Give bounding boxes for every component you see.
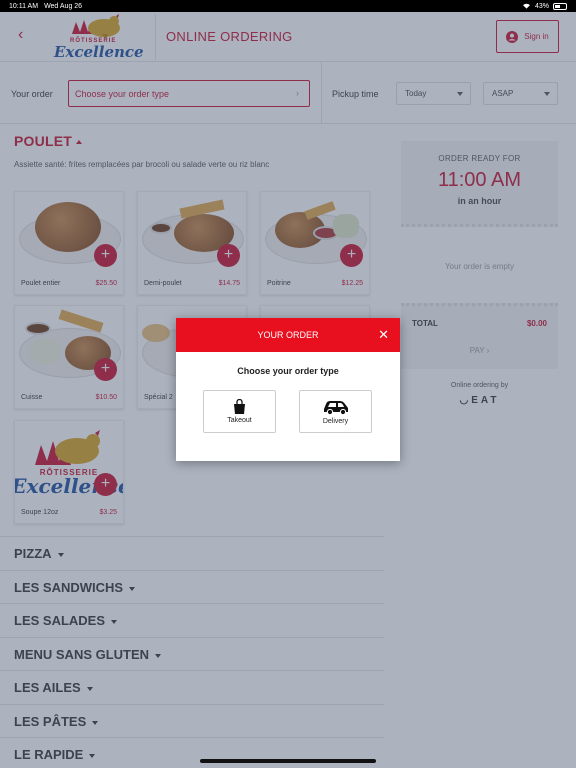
car-icon [323,401,348,415]
takeout-option-button[interactable]: Takeout [203,390,276,433]
dialog-title: YOUR ORDER [257,330,319,340]
home-indicator[interactable] [200,759,376,763]
dialog-header: YOUR ORDER ✕ [176,318,400,352]
order-type-dialog: YOUR ORDER ✕ Choose your order type Take… [176,318,400,461]
battery-percent: 43% [534,2,549,10]
battery-icon [553,2,567,10]
wifi-icon [522,2,531,11]
close-icon[interactable]: ✕ [378,318,389,352]
status-bar: 10:11 AM Wed Aug 26 43% [0,0,576,12]
delivery-label: Delivery [322,418,349,425]
shopping-bag-icon [234,399,245,414]
dialog-question: Choose your order type [237,366,339,376]
takeout-label: Takeout [227,417,252,424]
delivery-option-button[interactable]: Delivery [299,390,372,433]
status-time: 10:11 AM [9,2,39,10]
status-date: Wed Aug 26 [44,2,83,10]
